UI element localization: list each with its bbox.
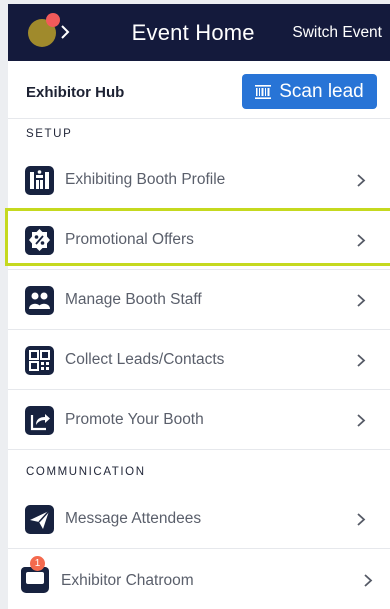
- discount-badge-icon: [25, 226, 54, 255]
- share-arrow-icon: [25, 406, 54, 435]
- menu-item-booth-staff[interactable]: Manage Booth Staff: [8, 270, 390, 330]
- qr-code-icon: [25, 346, 54, 375]
- section-label-communication: COMMUNICATION: [26, 466, 146, 478]
- exhibitor-hub-panel: Exhibitor Hub Scan lead SETUP Exhibiting…: [5, 61, 390, 609]
- menu-item-collect-leads[interactable]: Collect Leads/Contacts: [8, 330, 390, 390]
- staff-group-icon: [25, 286, 54, 315]
- chevron-right-icon: [61, 25, 70, 39]
- scan-lead-button[interactable]: Scan lead: [242, 74, 377, 109]
- menu-item-promotional-offers[interactable]: Promotional Offers: [5, 208, 390, 270]
- menu-item-promote-booth[interactable]: Promote Your Booth: [8, 390, 390, 450]
- chevron-right-icon: [364, 574, 373, 587]
- top-header: Event Home Switch Event: [8, 4, 390, 61]
- menu-label: Promote Your Booth: [65, 411, 204, 428]
- app-screen: Event Home Switch Event Exhibitor Hub Sc…: [0, 0, 390, 609]
- unread-badge: 1: [30, 556, 45, 571]
- menu-label: Exhibiting Booth Profile: [65, 171, 226, 188]
- page-title: Event Home: [131, 19, 255, 45]
- menu-item-booth-profile[interactable]: Exhibiting Booth Profile: [8, 150, 390, 210]
- menu-label: Collect Leads/Contacts: [65, 351, 225, 368]
- barcode-icon: [255, 84, 272, 99]
- chevron-right-icon: [357, 414, 366, 427]
- menu-label: Message Attendees: [65, 510, 202, 527]
- switch-event-link[interactable]: Switch Event: [292, 24, 390, 42]
- paper-plane-icon: [25, 505, 54, 534]
- menu-label: Promotional Offers: [65, 231, 194, 248]
- selection-highlight: [5, 208, 390, 266]
- event-switcher-toggle[interactable]: [8, 4, 72, 61]
- chevron-right-icon: [357, 354, 366, 367]
- scan-lead-label: Scan lead: [279, 80, 364, 102]
- chevron-right-icon: [357, 234, 366, 247]
- chat-bubble-icon: [21, 567, 49, 593]
- chevron-right-icon: [357, 174, 366, 187]
- section-label-setup: SETUP: [26, 128, 73, 140]
- chevron-right-icon: [357, 513, 366, 526]
- menu-label: Manage Booth Staff: [65, 291, 202, 308]
- booth-icon: [25, 166, 54, 195]
- notification-dot: [46, 13, 60, 27]
- menu-item-message-attendees[interactable]: Message Attendees: [8, 489, 390, 549]
- menu-label: Exhibitor Chatroom: [61, 572, 194, 589]
- hub-title: Exhibitor Hub: [26, 84, 125, 101]
- chevron-right-icon: [357, 294, 366, 307]
- hub-header-row: Exhibitor Hub Scan lead: [8, 61, 390, 119]
- menu-item-chatroom[interactable]: 1 Exhibitor Chatroom: [8, 549, 390, 609]
